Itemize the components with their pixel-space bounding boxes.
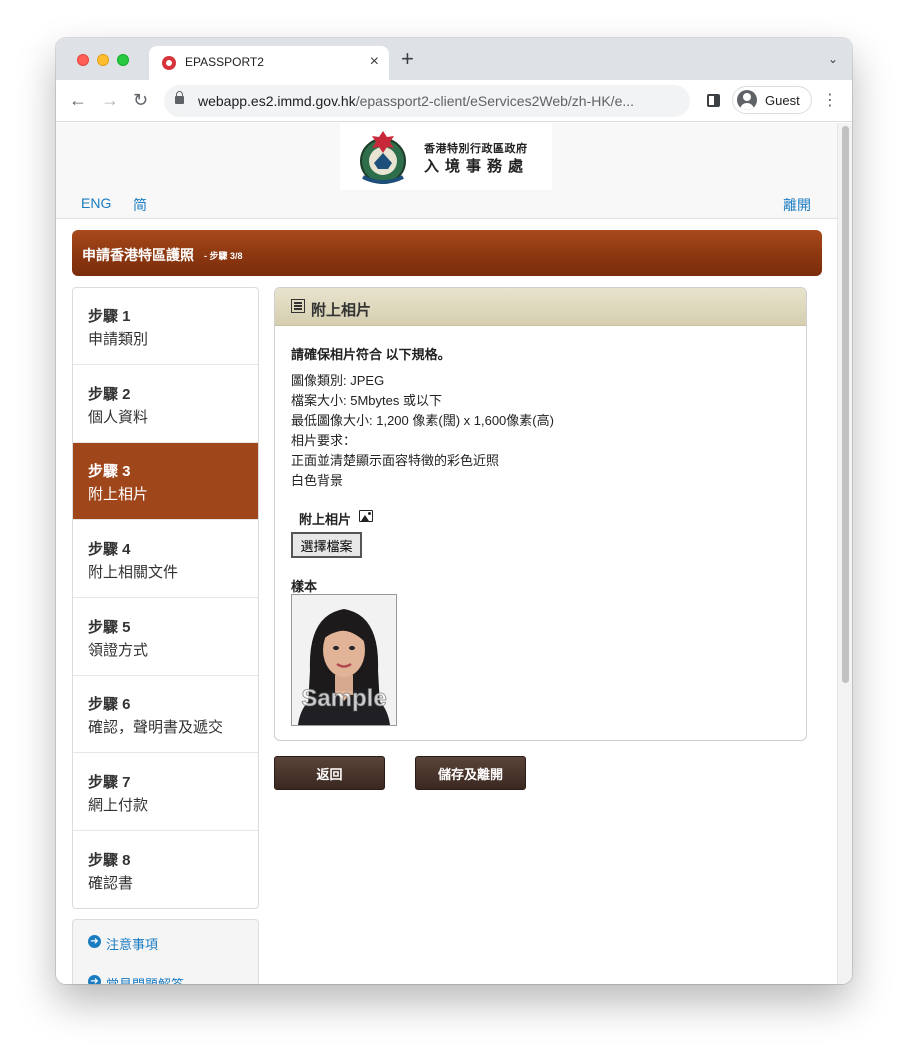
kebab-menu-icon[interactable]: ⋮: [822, 91, 838, 111]
link-label[interactable]: 常見問題解答: [106, 974, 184, 984]
step-item-7[interactable]: 步驟 7 網上付款: [73, 754, 258, 831]
requirement-line: 白色背景: [291, 473, 344, 488]
panel-header: 附上相片: [275, 288, 806, 326]
step-number: 步驟 4: [88, 541, 131, 558]
maximize-window-button[interactable]: [117, 54, 129, 66]
step-name: 申請類別: [88, 331, 149, 348]
step-list: 步驟 1 申請類別 步驟 2 個人資料 步驟 3 附上相片 步驟 4 附上相關文…: [72, 287, 259, 909]
logo-line2: 入境事務處: [424, 158, 530, 175]
application-banner: 申請香港特區護照 - 步驟 3/8: [72, 230, 822, 276]
url-text[interactable]: webapp.es2.immd.gov.hk/epassport2-client…: [198, 93, 634, 109]
step-item-8[interactable]: 步驟 8 確認書: [73, 832, 258, 909]
requirement-line: 圖像類別: JPEG: [291, 373, 385, 388]
step-number: 步驟 2: [88, 386, 131, 403]
list-icon: [291, 299, 305, 313]
reload-icon[interactable]: ↻: [133, 90, 148, 110]
step-number: 步驟 5: [88, 619, 131, 636]
profile-label: Guest: [765, 93, 800, 108]
immd-emblem-icon: [360, 131, 406, 184]
step-name: 個人資料: [88, 409, 149, 426]
step-item-2[interactable]: 步驟 2 個人資料: [73, 366, 258, 443]
browser-tab[interactable]: EPASSPORT2 ×: [149, 46, 389, 80]
close-window-button[interactable]: [77, 54, 89, 66]
step-name: 確認書: [88, 875, 134, 892]
title-bar: EPASSPORT2 × + ⌄: [56, 38, 852, 80]
tab-close-icon[interactable]: ×: [370, 53, 379, 71]
sample-label: 樣本: [291, 579, 318, 594]
back-button[interactable]: 返回: [274, 756, 385, 790]
forward-arrow-icon[interactable]: →: [101, 90, 119, 110]
profile-button[interactable]: Guest: [732, 86, 812, 114]
lang-simplified-link[interactable]: 简: [133, 195, 147, 215]
step-name: 網上付款: [88, 797, 149, 814]
avatar-icon: [737, 90, 757, 110]
side-panel-icon[interactable]: [707, 94, 720, 107]
requirement-line: 檔案大小: 5Mbytes 或以下: [291, 393, 442, 408]
arrow-circle-icon: ➜: [88, 935, 101, 948]
arrow-circle-icon: ➜: [88, 975, 101, 984]
step-name: 附上相片: [88, 486, 149, 503]
new-tab-icon[interactable]: +: [401, 48, 414, 70]
step-number: 步驟 1: [88, 308, 131, 325]
step-name: 附上相關文件: [88, 564, 179, 581]
step-number: 步驟 6: [88, 696, 131, 713]
browser-toolbar: ← → ↻ webapp.es2.immd.gov.hk/epassport2-…: [56, 80, 852, 122]
step-number: 步驟 3: [88, 463, 131, 480]
logo-line1: 香港特別行政區政府: [424, 143, 528, 155]
attach-photo-panel: 附上相片 請確保相片符合 以下規格。 圖像類別: JPEG 檔案大小: 5Mby…: [274, 287, 807, 741]
step-name: 確認，聲明書及遞交: [88, 719, 224, 736]
requirement-line: 最低圖像大小: 1,200 像素(闊) x 1,600像素(高): [291, 413, 554, 428]
bauhinia-favicon-icon: [162, 56, 176, 70]
attach-photo-label: 附上相片: [299, 512, 352, 527]
page-scrollbar[interactable]: [837, 123, 852, 984]
requirement-line: 正面並清楚顯示面容特徵的彩色近照: [291, 453, 500, 468]
lock-icon[interactable]: [175, 91, 184, 104]
requirement-line: 相片要求：: [291, 433, 357, 448]
lang-english-link[interactable]: ENG: [81, 195, 111, 211]
picture-icon: [359, 510, 373, 522]
requirements-heading: 請確保相片符合 以下規格。: [291, 347, 451, 362]
step-item-1[interactable]: 步驟 1 申請類別: [73, 288, 258, 365]
browser-window: EPASSPORT2 × + ⌄ ← → ↻ webapp.es2.immd.g…: [56, 38, 852, 984]
sample-photo: Sample: [291, 594, 397, 726]
scrollbar-thumb[interactable]: [842, 126, 849, 683]
banner-title: 申請香港特區護照: [82, 247, 194, 263]
step-item-4[interactable]: 步驟 4 附上相關文件: [73, 521, 258, 598]
panel-title: 附上相片: [311, 302, 372, 319]
immd-logo[interactable]: 香港特別行政區政府 入境事務處: [340, 123, 552, 190]
page-viewport: 香港特別行政區政府 入境事務處 ENG 简 離開 申請香港特區護照 - 步驟 3…: [56, 123, 852, 984]
minimize-window-button[interactable]: [97, 54, 109, 66]
back-arrow-icon[interactable]: ←: [69, 90, 87, 110]
address-bar[interactable]: webapp.es2.immd.gov.hk/epassport2-client…: [164, 85, 690, 117]
tab-title: EPASSPORT2: [185, 55, 264, 69]
step-item-5[interactable]: 步驟 5 領證方式: [73, 599, 258, 676]
sample-watermark: Sample: [301, 685, 387, 713]
link-label[interactable]: 注意事項: [106, 934, 158, 953]
step-item-3[interactable]: 步驟 3 附上相片: [73, 443, 258, 520]
banner-step: - 步驟 3/8: [204, 251, 243, 261]
site-header: 香港特別行政區政府 入境事務處 ENG 简 離開: [56, 123, 837, 219]
step-number: 步驟 8: [88, 852, 131, 869]
step-name: 領證方式: [88, 642, 149, 659]
help-links: ➜ 注意事項 ➜ 常見問題解答: [72, 919, 259, 984]
save-exit-button[interactable]: 儲存及離開: [415, 756, 526, 790]
step-item-6[interactable]: 步驟 6 確認，聲明書及遞交: [73, 676, 258, 753]
tab-search-icon[interactable]: ⌄: [828, 52, 838, 66]
step-number: 步驟 7: [88, 774, 131, 791]
choose-file-button[interactable]: 選擇檔案: [291, 532, 362, 558]
exit-link[interactable]: 離開: [783, 195, 811, 215]
